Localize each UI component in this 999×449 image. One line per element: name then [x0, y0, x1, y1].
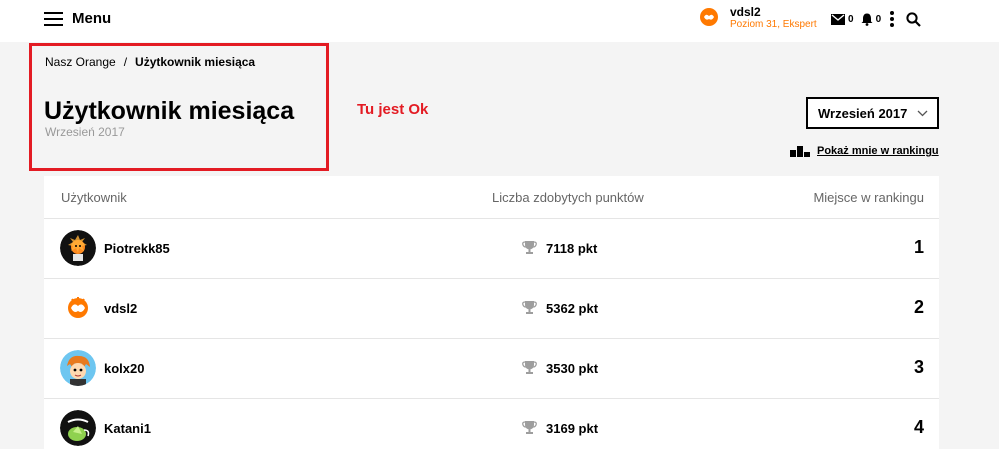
messages-count: 0	[848, 13, 854, 25]
points-value: 3530 pkt	[546, 361, 599, 376]
table-header: Użytkownik Liczba zdobytych punktów Miej…	[44, 176, 939, 219]
table-row: Piotrekk85 7118 pkt 1	[44, 219, 939, 279]
header-icons: 0 0	[831, 11, 921, 27]
breadcrumb-current: Użytkownik miesiąca	[135, 55, 256, 69]
rank-value: 1	[913, 237, 924, 257]
avatar[interactable]	[60, 290, 96, 326]
avatar[interactable]	[60, 350, 96, 386]
table-row: kolx20 3530 pkt 3	[44, 339, 939, 399]
points-value: 7118 pkt	[546, 241, 598, 256]
user-level: Poziom 31, Ekspert	[730, 19, 817, 30]
page-subtitle: Wrzesień 2017	[45, 125, 125, 139]
month-select[interactable]: Wrzesień 2017	[806, 97, 939, 129]
breadcrumb: Nasz Orange / Użytkownik miesiąca	[45, 55, 255, 69]
month-select-value: Wrzesień 2017	[818, 105, 908, 121]
menu-button[interactable]: Menu	[44, 10, 111, 27]
notifications-button[interactable]: 0	[861, 13, 889, 26]
user-name: vdsl2	[730, 5, 761, 19]
ranking-table: Użytkownik Liczba zdobytych punktów Miej…	[44, 176, 939, 449]
trophy-icon	[522, 361, 537, 374]
mail-icon	[831, 13, 845, 25]
show-me-in-ranking-label: Pokaż mnie w rankingu	[817, 145, 939, 157]
trophy-icon	[522, 301, 537, 314]
menu-icon	[44, 11, 63, 26]
page-title: Użytkownik miesiąca	[44, 97, 295, 125]
podium-icon	[790, 145, 810, 157]
rank-value: 3	[913, 357, 924, 377]
search-icon[interactable]	[906, 11, 921, 27]
breadcrumb-separator: /	[123, 55, 128, 69]
notifications-count: 0	[875, 13, 882, 25]
user-name-link[interactable]: Piotrekk85	[104, 241, 170, 256]
trophy-icon	[522, 421, 537, 434]
rank-value: 4	[913, 417, 924, 437]
show-me-in-ranking-link[interactable]: Pokaż mnie w rankingu	[790, 145, 939, 157]
user-name-link[interactable]: Katani1	[104, 421, 151, 436]
bell-icon	[861, 13, 873, 26]
column-header-user: Użytkownik	[61, 190, 127, 205]
more-icon[interactable]	[890, 11, 895, 27]
points-value: 3169 pkt	[546, 421, 599, 436]
table-row: vdsl2 5362 pkt 2	[44, 279, 939, 339]
trophy-icon	[522, 241, 537, 254]
annotation-note: Tu jest Ok	[357, 101, 429, 118]
rank-value: 2	[913, 297, 924, 317]
chevron-down-icon	[917, 110, 928, 117]
column-header-points: Liczba zdobytych punktów	[492, 190, 644, 205]
top-bar: Menu vdsl2 Poziom 31, Ekspert 0 0	[0, 0, 999, 42]
menu-label: Menu	[72, 10, 112, 27]
points-value: 5362 pkt	[546, 301, 599, 316]
table-row: Katani1 3169 pkt 4	[44, 399, 939, 449]
user-profile[interactable]: vdsl2 Poziom 31, Ekspert	[700, 6, 817, 31]
avatar[interactable]	[60, 410, 96, 446]
breadcrumb-home[interactable]: Nasz Orange	[45, 55, 116, 69]
user-name-link[interactable]: vdsl2	[104, 301, 137, 316]
user-avatar	[700, 8, 718, 26]
column-header-rank: Miejsce w rankingu	[813, 190, 924, 205]
user-name-link[interactable]: kolx20	[104, 361, 144, 376]
messages-button[interactable]: 0	[831, 13, 861, 25]
avatar[interactable]	[60, 230, 96, 266]
